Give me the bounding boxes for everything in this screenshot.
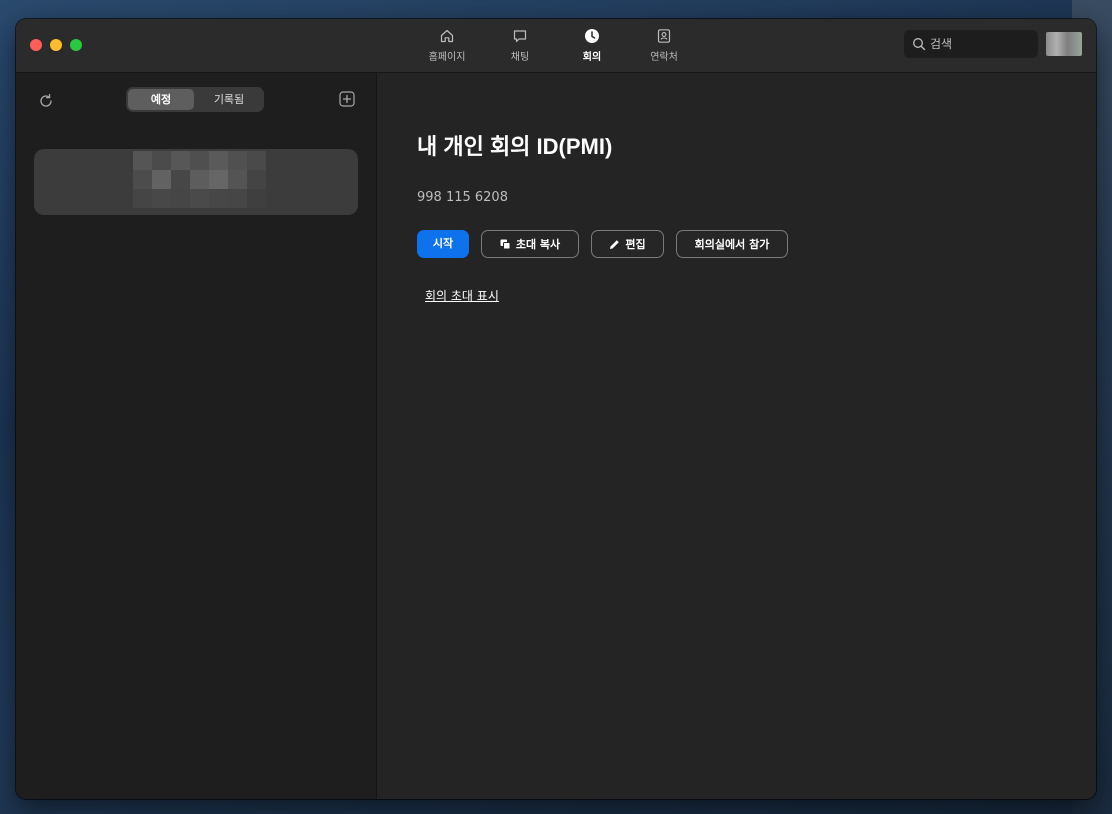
tab-contacts-label: 연락처 [650,52,678,63]
join-from-room-label: 회의실에서 참가 [694,238,770,251]
chat-bubble-icon [513,30,527,43]
segment-recorded[interactable]: 기록됨 [196,89,262,110]
tab-home-label: 홈페이지 [428,52,466,63]
tab-home[interactable]: 홈페이지 [415,28,479,63]
search-input[interactable] [930,30,1034,58]
start-button-label: 시작 [432,237,454,250]
page-title: 내 개인 회의 ID(PMI) [417,134,613,159]
zoom-window: 홈페이지 채팅 회의 연락처 검색 예정 기록됨 내 개인 회의 ID(PMI)… [16,19,1096,799]
copy-invite-label: 초대 복사 [515,238,561,251]
tab-chat[interactable]: 채팅 [488,28,552,63]
profile-avatar[interactable] [1046,32,1082,56]
meeting-id-value: 998 115 6208 [417,190,508,205]
copy-icon [500,239,511,249]
redacted-meeting-info [133,151,266,211]
contact-card-icon [657,29,671,43]
clock-icon [585,29,599,43]
start-button[interactable]: 시작 [417,230,469,258]
home-icon [440,29,454,43]
title-bar: 홈페이지 채팅 회의 연락처 검색 [16,19,1096,73]
search-box [904,30,1038,58]
meetings-sidebar: 예정 기록됨 [16,73,377,799]
pencil-icon [610,239,620,249]
edit-label: 편집 [625,238,646,251]
edit-button[interactable]: 편집 [591,230,664,258]
join-from-room-button[interactable]: 회의실에서 참가 [676,230,788,258]
meeting-detail-pane: 내 개인 회의 ID(PMI) 998 115 6208 시작 초대 복사 편집… [377,73,1096,799]
segment-upcoming[interactable]: 예정 [128,89,194,110]
tab-meetings[interactable]: 회의 [560,28,624,63]
meeting-list-item[interactable] [34,149,358,215]
tab-contacts[interactable]: 연락처 [632,28,696,63]
tab-meetings-label: 회의 [582,52,602,63]
copy-invite-button[interactable]: 초대 복사 [481,230,579,258]
show-invite-link[interactable]: 회의 초대 표시 [425,287,499,304]
add-meeting-icon[interactable] [339,91,355,107]
tab-chat-label: 채팅 [510,52,530,63]
search-icon [913,38,926,51]
refresh-icon[interactable] [38,93,54,109]
meetings-filter-segment: 예정 기록됨 [126,87,264,112]
